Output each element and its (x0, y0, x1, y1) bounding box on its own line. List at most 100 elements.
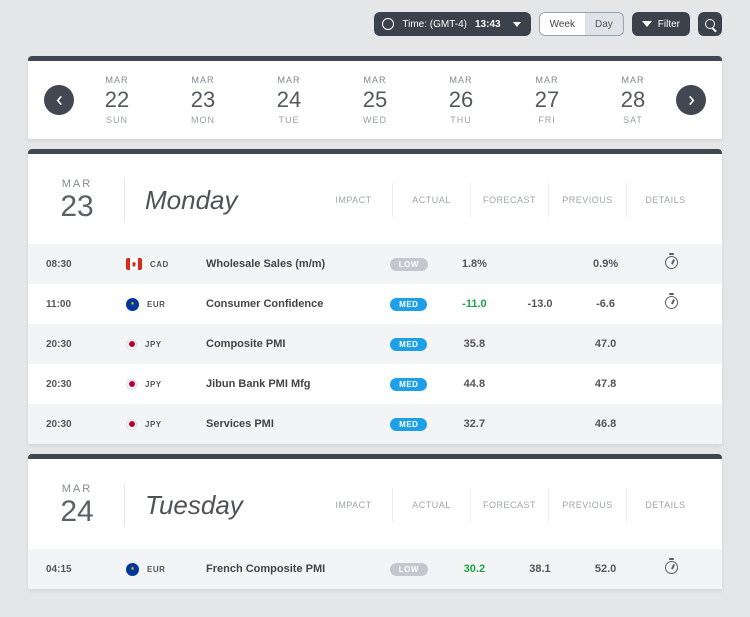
event-impact: MED (376, 338, 442, 351)
toggle-week[interactable]: Week (540, 13, 585, 35)
event-row[interactable]: 04:15EURFrench Composite PMILOW30.238.15… (28, 549, 722, 589)
day-month: MAR (535, 75, 559, 85)
event-details[interactable] (638, 256, 704, 272)
section-month: MAR (46, 483, 108, 495)
divider (124, 179, 125, 221)
col-forecast: FORECAST (470, 183, 548, 217)
event-currency: CAD (108, 258, 206, 270)
divider (124, 484, 125, 526)
event-row[interactable]: 08:30CADWholesale Sales (m/m)LOW1.8%0.9% (28, 244, 722, 284)
flag-icon (126, 379, 137, 390)
event-time: 20:30 (46, 379, 108, 390)
event-name: Consumer Confidence (206, 298, 376, 310)
event-row[interactable]: 20:30JPYJibun Bank PMI MfgMED44.847.8 (28, 364, 722, 404)
search-button[interactable] (698, 12, 722, 36)
event-actual: 32.7 (442, 418, 508, 430)
event-name: Wholesale Sales (m/m) (206, 258, 376, 270)
col-previous: PREVIOUS (548, 488, 626, 522)
filter-icon (642, 21, 652, 27)
stopwatch-icon (665, 296, 678, 309)
day-sun[interactable]: MAR22SUN (105, 75, 129, 125)
col-impact: IMPACT (315, 488, 392, 522)
event-previous: 46.8 (573, 418, 639, 430)
day-sat[interactable]: MAR28SAT (621, 75, 645, 125)
day-number: 24 (277, 87, 301, 113)
event-row[interactable]: 20:30JPYServices PMIMED32.746.8 (28, 404, 722, 444)
date-navigator: MAR22SUNMAR23MONMAR24TUEMAR25WEDMAR26THU… (28, 56, 722, 139)
event-name: French Composite PMI (206, 563, 376, 575)
time-value: 13:43 (475, 19, 501, 30)
flag-icon (126, 298, 139, 311)
event-forecast: 38.1 (507, 563, 573, 575)
col-actual: ACTUAL (392, 183, 470, 217)
day-wed[interactable]: MAR25WED (363, 75, 387, 125)
event-actual: 30.2 (442, 563, 508, 575)
day-mon[interactable]: MAR 23 MON (191, 75, 215, 125)
day-number: 26 (449, 87, 473, 113)
event-time: 08:30 (46, 259, 108, 270)
day-month: MAR (449, 75, 473, 85)
event-impact: MED (376, 298, 442, 311)
day-thu[interactable]: MAR 26 THU (449, 75, 473, 125)
prev-week-button[interactable] (44, 85, 74, 115)
event-previous: 52.0 (573, 563, 639, 575)
day-month: MAR (363, 75, 387, 85)
event-currency: JPY (108, 339, 206, 350)
time-selector[interactable]: Time: (GMT-4) 13:43 (374, 12, 530, 36)
event-previous: 47.0 (573, 338, 639, 350)
day-month: MAR (105, 75, 129, 85)
event-previous: 47.8 (573, 378, 639, 390)
event-previous: 0.9% (573, 258, 639, 270)
event-actual: 44.8 (442, 378, 508, 390)
col-previous: PREVIOUS (548, 183, 626, 217)
chevron-down-icon (513, 22, 521, 27)
clock-icon (382, 18, 394, 30)
col-details: DETAILS (626, 183, 704, 217)
event-currency: EUR (108, 298, 206, 311)
day-weekday: FRI (535, 115, 559, 125)
event-currency: EUR (108, 563, 206, 576)
day-number: 25 (363, 87, 387, 113)
filter-button[interactable]: Filter (632, 12, 690, 36)
day-month: MAR (191, 75, 215, 85)
day-card: MAR24TuesdayIMPACTACTUALFORECASTPREVIOUS… (28, 454, 722, 589)
day-weekday: SAT (621, 115, 645, 125)
event-previous: -6.6 (573, 298, 639, 310)
toggle-day[interactable]: Day (585, 13, 623, 35)
day-weekday: TUE (277, 115, 301, 125)
chevron-left-icon (55, 96, 64, 105)
event-forecast: -13.0 (507, 298, 573, 310)
event-row[interactable]: 20:30JPYComposite PMIMED35.847.0 (28, 324, 722, 364)
event-time: 20:30 (46, 419, 108, 430)
day-number: 27 (535, 87, 559, 113)
event-row[interactable]: 11:00EURConsumer ConfidenceMED-11.0-13.0… (28, 284, 722, 324)
filter-label: Filter (658, 19, 680, 30)
section-daynum: 24 (46, 497, 108, 527)
flag-icon (126, 563, 139, 576)
event-details[interactable] (638, 561, 704, 577)
section-dayname: Monday (145, 185, 315, 216)
event-impact: MED (376, 378, 442, 391)
search-icon (705, 19, 715, 29)
day-number: 28 (621, 87, 645, 113)
event-details[interactable] (638, 296, 704, 312)
stopwatch-icon (665, 561, 678, 574)
day-month: MAR (277, 75, 301, 85)
event-actual: -11.0 (442, 298, 508, 310)
day-fri[interactable]: MAR 27 FRI (535, 75, 559, 125)
range-toggle: Week Day (539, 12, 624, 36)
flag-icon (126, 258, 142, 270)
section-month: MAR (46, 178, 108, 190)
day-weekday: MON (191, 115, 215, 125)
day-weekday: SUN (105, 115, 129, 125)
event-impact: MED (376, 418, 442, 431)
chevron-right-icon (687, 96, 696, 105)
day-weekday: THU (449, 115, 473, 125)
next-week-button[interactable] (676, 85, 706, 115)
col-actual: ACTUAL (392, 488, 470, 522)
section-date: MAR23 (46, 178, 108, 222)
day-number: 23 (191, 87, 215, 113)
flag-icon (126, 419, 137, 430)
day-card: MAR23MondayIMPACTACTUALFORECASTPREVIOUSD… (28, 149, 722, 444)
day-tue[interactable]: MAR 24 TUE (277, 75, 301, 125)
